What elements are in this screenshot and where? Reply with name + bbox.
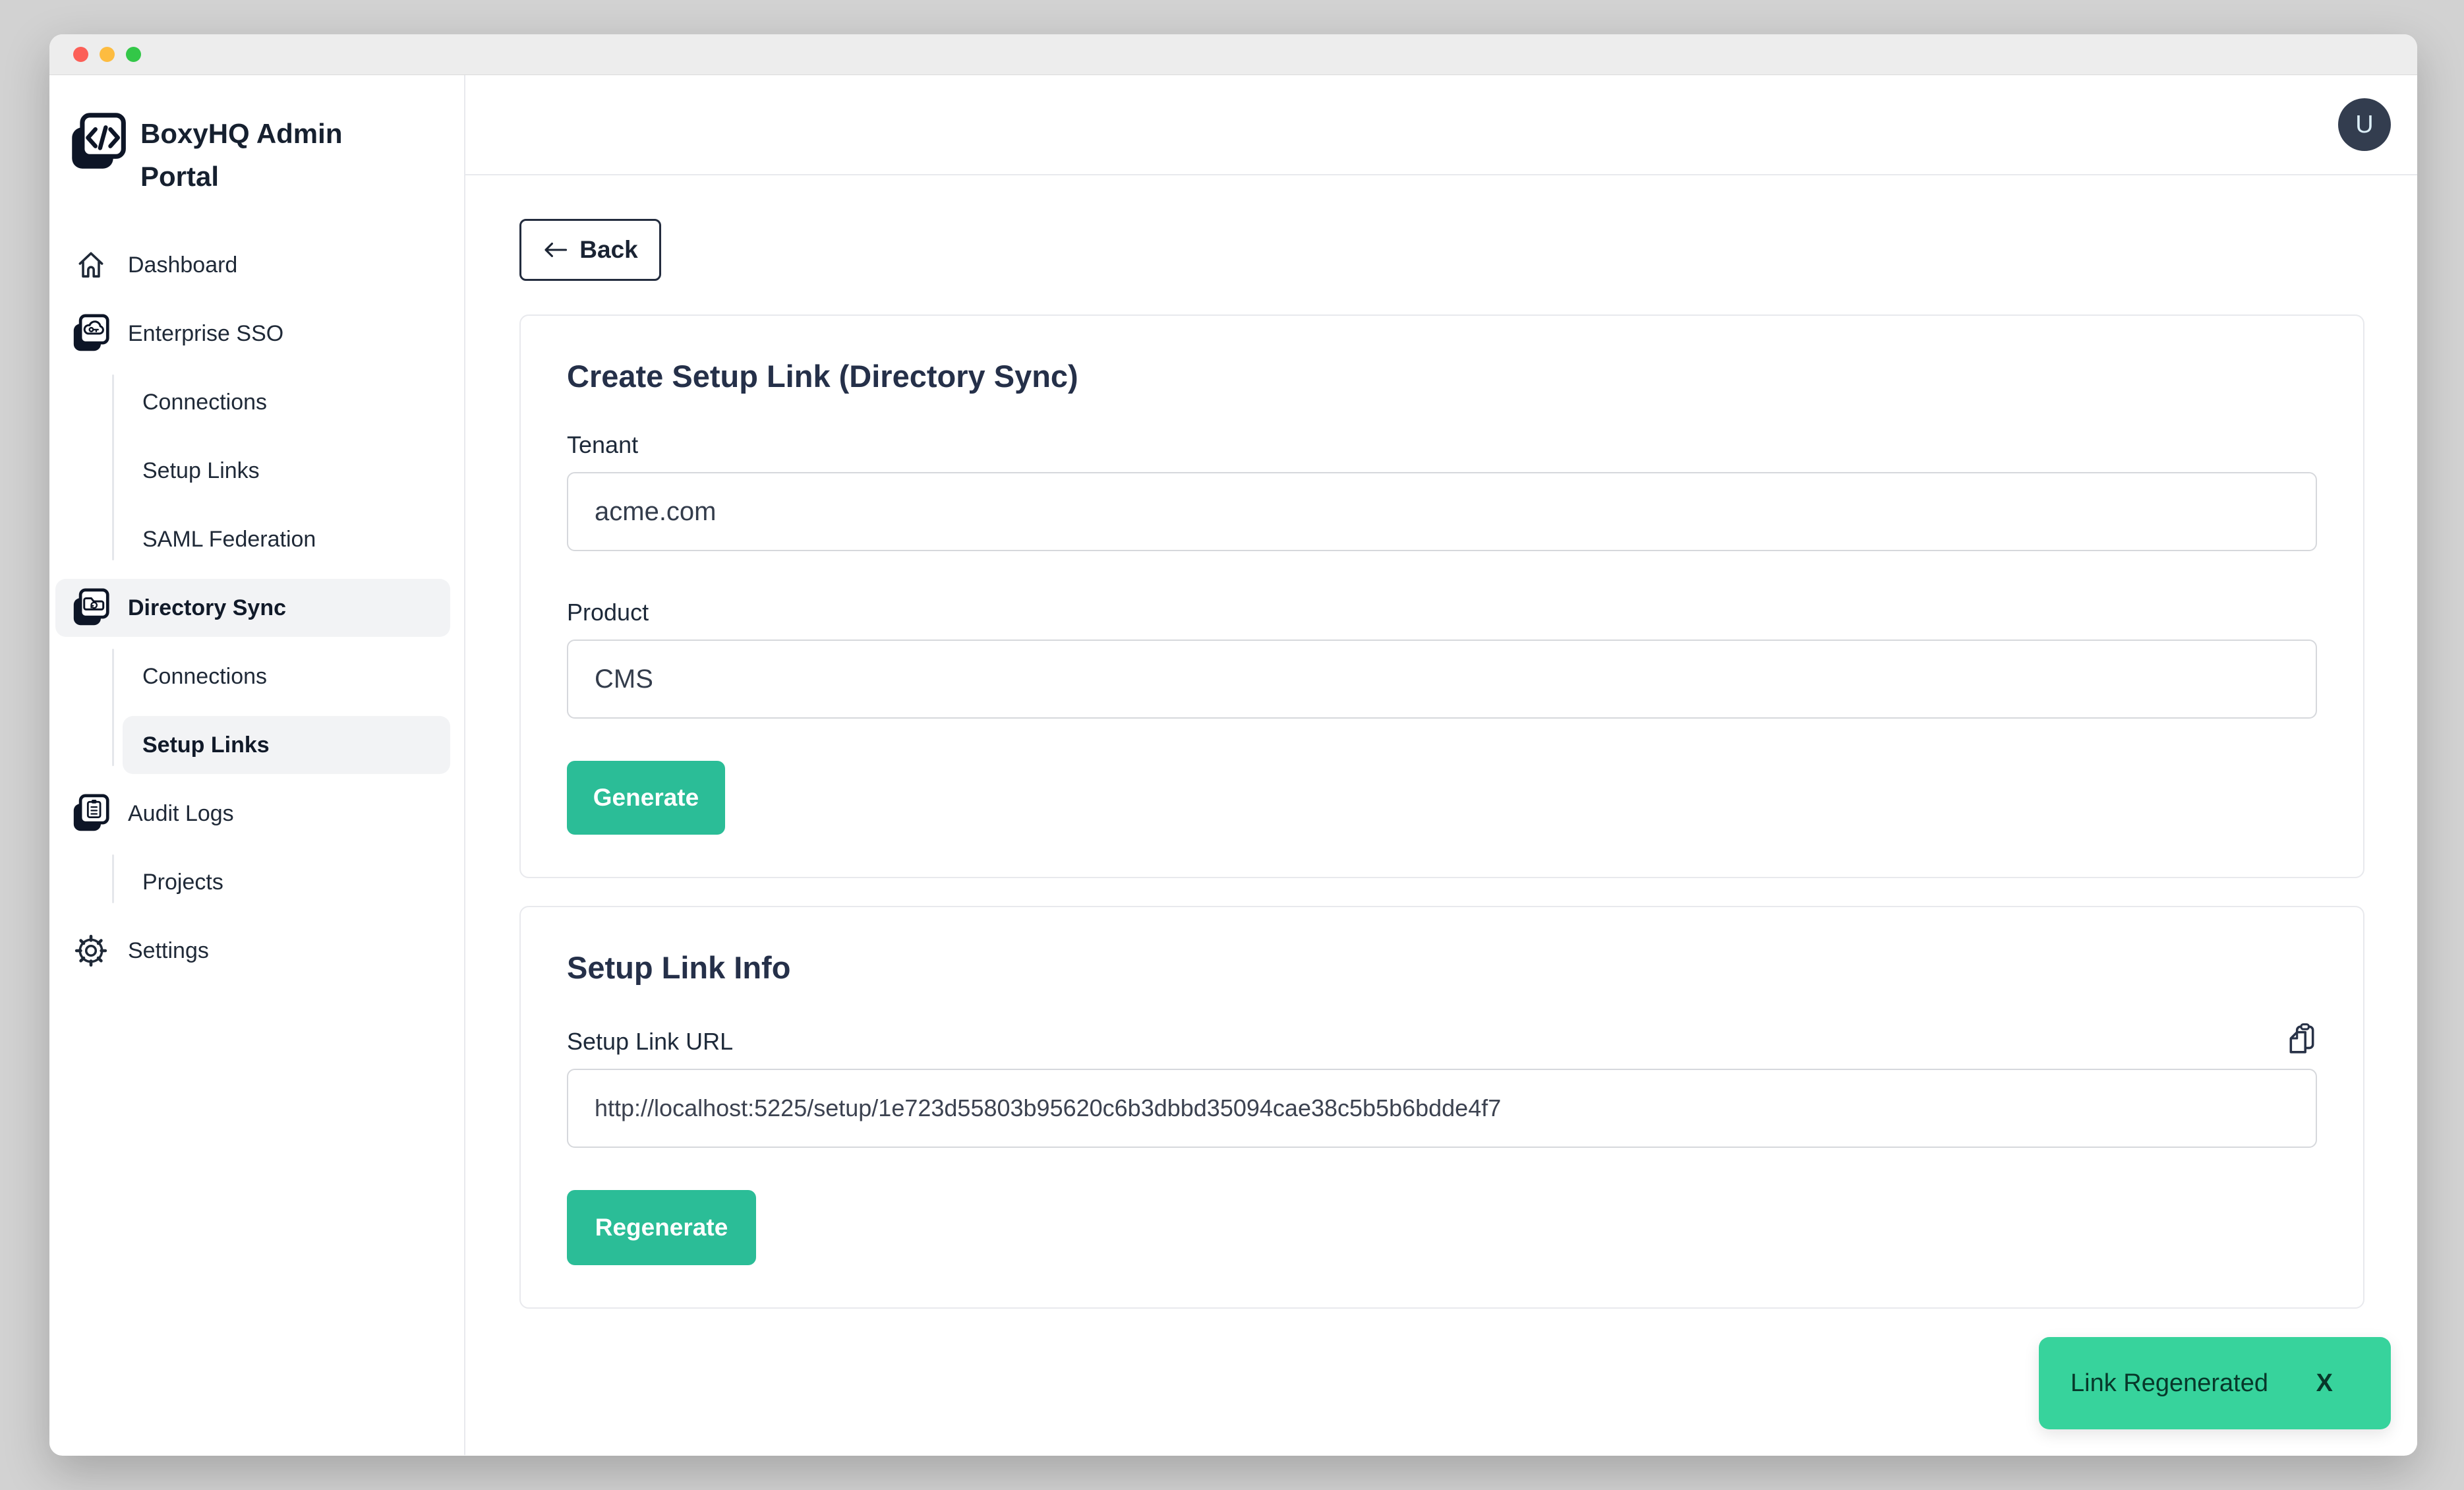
generate-button[interactable]: Generate: [567, 761, 725, 835]
sidebar: BoxyHQ Admin Portal Dashboard: [49, 75, 465, 1455]
sidebar-item-dashboard[interactable]: Dashboard: [55, 236, 450, 294]
toast-notification: Link Regenerated X: [2039, 1337, 2391, 1429]
regenerate-button[interactable]: Regenerate: [567, 1190, 756, 1265]
audit-logs-icon: [71, 792, 111, 835]
sidebar-item-label: Directory Sync: [128, 595, 286, 621]
setup-link-url-label: Setup Link URL: [567, 1028, 733, 1056]
audit-logs-subgroup: Projects: [49, 853, 464, 911]
enterprise-sso-icon: [71, 312, 111, 355]
sidebar-subitem-saml-federation[interactable]: SAML Federation: [123, 510, 450, 568]
copy-to-clipboard-icon: [2287, 1023, 2317, 1056]
brand-title: BoxyHQ Admin Portal: [140, 112, 411, 198]
top-header: U: [465, 75, 2417, 175]
gear-icon: [71, 929, 111, 972]
setup-link-url-input[interactable]: [567, 1069, 2317, 1148]
arrow-left-icon: [543, 241, 569, 259]
enterprise-sso-subgroup: Connections Setup Links SAML Federation: [49, 373, 464, 568]
user-avatar[interactable]: U: [2338, 98, 2391, 151]
app-window: BoxyHQ Admin Portal Dashboard: [49, 34, 2417, 1456]
create-card-title: Create Setup Link (Directory Sync): [567, 358, 2317, 394]
sidebar-subitem-sso-connections[interactable]: Connections: [123, 373, 450, 431]
toast-close-button[interactable]: X: [2316, 1369, 2333, 1398]
create-setup-link-card: Create Setup Link (Directory Sync) Tenan…: [519, 314, 2364, 878]
tenant-input[interactable]: [567, 472, 2317, 551]
sidebar-item-enterprise-sso[interactable]: Enterprise SSO: [55, 305, 450, 363]
directory-sync-icon: [71, 586, 111, 630]
copy-url-button[interactable]: [2287, 1023, 2317, 1056]
sidebar-item-label: Enterprise SSO: [128, 321, 283, 347]
directory-sync-subgroup: Connections Setup Links: [49, 647, 464, 774]
back-button[interactable]: Back: [519, 219, 661, 281]
sidebar-item-label: Settings: [128, 938, 209, 964]
sidebar-item-settings[interactable]: Settings: [55, 922, 450, 980]
info-card-title: Setup Link Info: [567, 949, 2317, 986]
toast-message: Link Regenerated: [2070, 1369, 2268, 1398]
back-button-label: Back: [579, 236, 637, 264]
close-button[interactable]: [73, 47, 88, 62]
zoom-button[interactable]: [126, 47, 141, 62]
sidebar-nav: Dashboard Enterprise SSO: [49, 236, 464, 980]
setup-link-info-card: Setup Link Info Setup Link URL: [519, 906, 2364, 1309]
product-input[interactable]: [567, 640, 2317, 719]
main-area: U Back Create Setup Link (Directory Sync…: [465, 75, 2417, 1455]
home-icon: [71, 243, 111, 287]
boxyhq-logo-icon: [69, 111, 127, 174]
sidebar-item-label: Dashboard: [128, 253, 237, 278]
sidebar-item-label: Audit Logs: [128, 801, 234, 827]
tenant-label: Tenant: [567, 431, 2317, 459]
sidebar-subitem-projects[interactable]: Projects: [123, 853, 450, 911]
brand[interactable]: BoxyHQ Admin Portal: [69, 111, 464, 198]
sidebar-subitem-sso-setup-links[interactable]: Setup Links: [123, 442, 450, 500]
page-content: Back Create Setup Link (Directory Sync) …: [465, 175, 2417, 1309]
sidebar-subitem-ds-connections[interactable]: Connections: [123, 647, 450, 705]
sidebar-item-directory-sync[interactable]: Directory Sync: [55, 579, 450, 637]
product-label: Product: [567, 599, 2317, 626]
sidebar-subitem-ds-setup-links[interactable]: Setup Links: [123, 716, 450, 774]
sidebar-item-audit-logs[interactable]: Audit Logs: [55, 785, 450, 843]
window-titlebar: [49, 34, 2417, 75]
minimize-button[interactable]: [100, 47, 115, 62]
